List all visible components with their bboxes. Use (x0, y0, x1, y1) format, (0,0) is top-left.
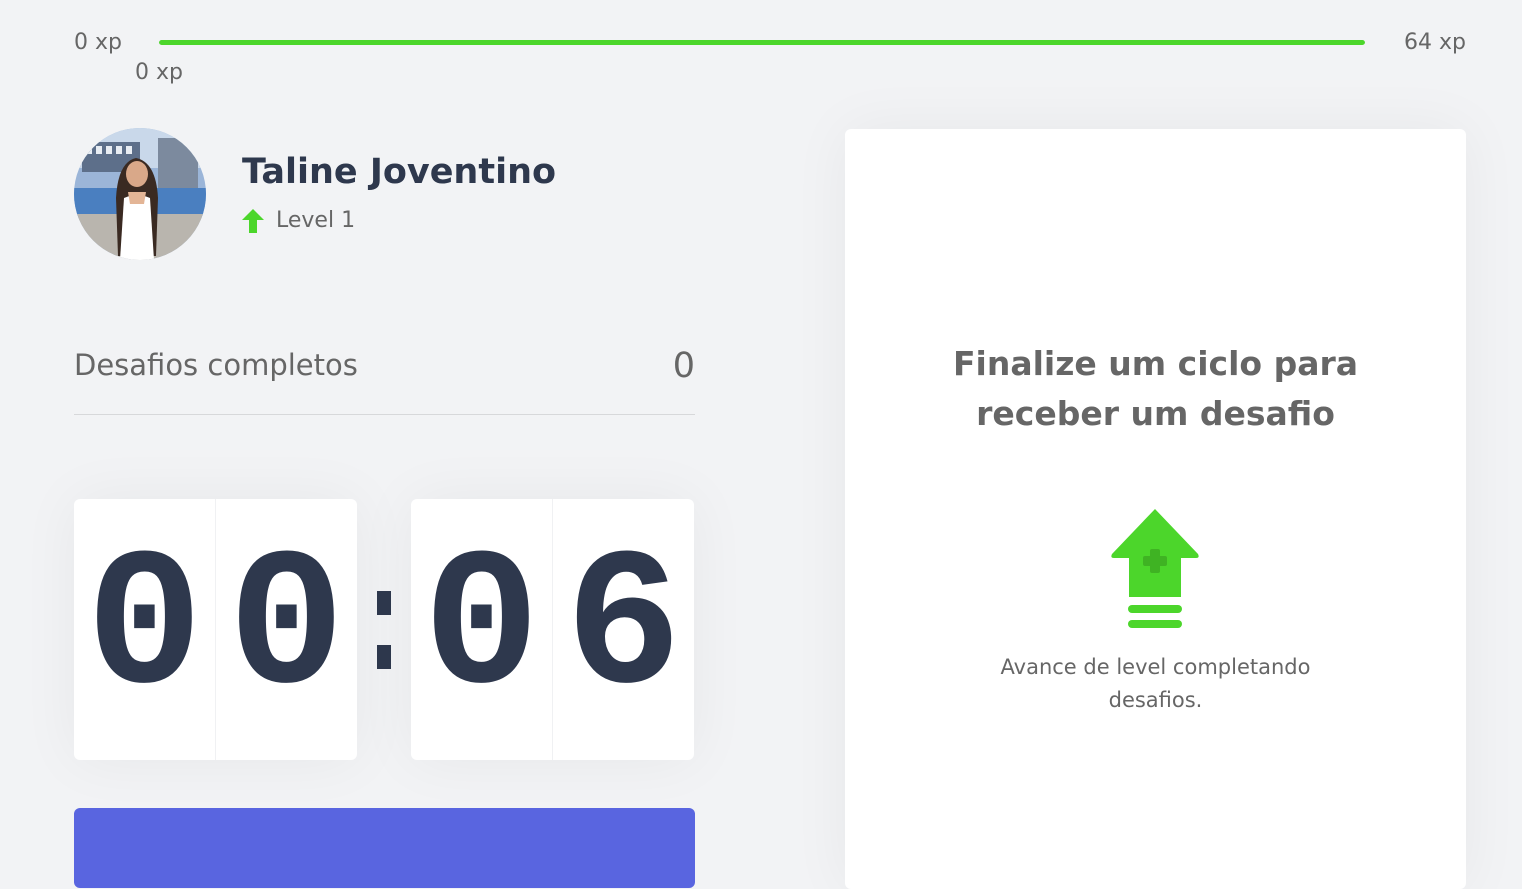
countdown-minutes: 0 0 (74, 499, 357, 760)
countdown-separator (357, 499, 411, 760)
xp-min-label: 0 xp (74, 30, 122, 55)
countdown-seconds: 0 6 (411, 499, 694, 760)
challenge-box: Finalize um ciclo para receber um desafi… (845, 129, 1466, 889)
level-up-arrow-icon (242, 208, 264, 233)
countdown: 0 0 0 6 (74, 499, 695, 760)
challenge-title: Finalize um ciclo para receber um desafi… (952, 344, 1359, 433)
profile-level: Level 1 (242, 208, 355, 233)
start-cycle-button[interactable] (74, 808, 695, 888)
xp-progress-fill (159, 40, 1365, 45)
completed-challenges-label: Desafios completos (74, 348, 358, 382)
profile-name: Taline Joventino (242, 152, 557, 192)
colon-dot-bottom (377, 644, 391, 669)
profile: Taline Joventino Level 1 (74, 128, 694, 262)
challenge-description: Avance de level completando desafios. (1000, 655, 1311, 712)
completed-challenges: Desafios completos 0 (74, 340, 695, 415)
minute-digit-tens: 0 (85, 519, 204, 740)
colon-dot-top (377, 590, 391, 615)
xp-max-label: 64 xp (1404, 30, 1466, 55)
xp-track (159, 40, 1365, 45)
level-label: Level 1 (276, 208, 356, 233)
completed-challenges-count: 0 (672, 346, 695, 386)
experience-bar: 0 xp 0 xp 64 xp (74, 24, 1466, 85)
second-digit-tens: 0 (422, 519, 541, 740)
second-digit-ones: 6 (552, 499, 694, 760)
level-up-icon (1111, 509, 1199, 628)
minute-digit-ones: 0 (215, 499, 357, 760)
avatar (74, 128, 206, 260)
xp-current-label: 0 xp (135, 60, 183, 85)
